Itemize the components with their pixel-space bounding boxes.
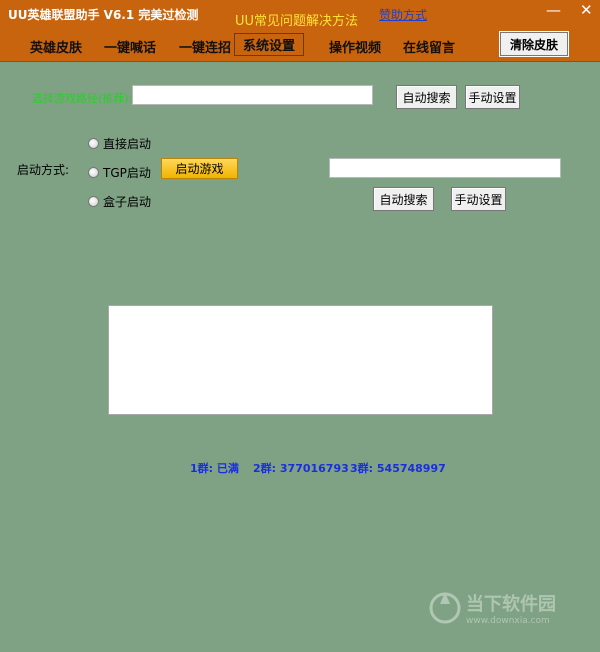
title-bar: UU英雄联盟助手 V6.1 完美过检测 UU常见问题解决方法 赞助方式 — ✕ [0, 0, 600, 30]
window-title: UU英雄联盟助手 V6.1 完美过检测 [8, 8, 199, 22]
menu-item-system-settings[interactable]: 系统设置 [234, 33, 305, 56]
qq-group-1: 1群: 已满 [190, 462, 239, 475]
close-icon[interactable]: ✕ [580, 2, 593, 18]
start-mode-label: 启动方式: [17, 163, 70, 177]
sponsor-link[interactable]: 赞助方式 [379, 6, 427, 23]
watermark-logo-icon [429, 592, 461, 624]
manual-set-button-2[interactable]: 手动设置 [451, 187, 506, 211]
menu-item-tutorial-video[interactable]: 操作视频 [329, 37, 381, 56]
radio-direct-start[interactable]: 直接启动 [88, 135, 151, 152]
clear-skin-button[interactable]: 清除皮肤 [499, 31, 569, 57]
start-game-button[interactable]: 启动游戏 [161, 158, 238, 179]
menu-item-one-key-shout[interactable]: 一键喊话 [104, 37, 156, 56]
qq-group-2: 2群: 377016793 [253, 462, 349, 475]
auto-search-button-2[interactable]: 自动搜索 [373, 187, 434, 211]
manual-set-button[interactable]: 手动设置 [465, 85, 520, 109]
radio-button-icon[interactable] [88, 138, 99, 149]
menu-item-online-message[interactable]: 在线留言 [403, 37, 455, 56]
menu-item-hero-skin[interactable]: 英雄皮肤 [30, 37, 82, 56]
radio-button-icon[interactable] [88, 167, 99, 178]
launcher-path-input[interactable] [329, 158, 561, 178]
log-textarea[interactable] [108, 305, 493, 415]
radio-box-start[interactable]: 盒子启动 [88, 193, 151, 210]
minimize-icon[interactable]: — [546, 2, 561, 18]
menu-bar: 英雄皮肤 一键喊话 一键连招 系统设置 操作视频 在线留言 清除皮肤 [0, 30, 600, 62]
radio-tgp-start[interactable]: TGP启动 [88, 164, 151, 181]
game-path-input[interactable] [132, 85, 373, 105]
qq-group-3: 3群: 545748997 [350, 462, 446, 475]
watermark-url: www.downxia.com [466, 616, 550, 626]
radio-direct-label: 直接启动 [103, 137, 152, 151]
radio-tgp-label: TGP启动 [103, 166, 151, 180]
faq-link[interactable]: UU常见问题解决方法 [235, 10, 358, 29]
auto-search-button[interactable]: 自动搜索 [396, 85, 457, 109]
menu-item-one-key-combo[interactable]: 一键连招 [179, 37, 231, 56]
game-path-label: 选择游戏路径(推荐): [32, 92, 133, 105]
radio-box-label: 盒子启动 [103, 195, 152, 209]
radio-button-icon[interactable] [88, 196, 99, 207]
watermark: 当下软件园 www.downxia.com [428, 588, 556, 628]
watermark-text: 当下软件园 [466, 594, 556, 615]
